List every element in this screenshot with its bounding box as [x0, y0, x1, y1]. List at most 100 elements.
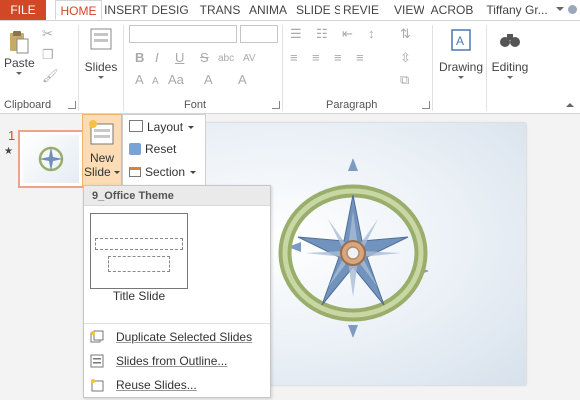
numbering-icon[interactable]: ☷	[316, 27, 328, 41]
char-spacing-icon[interactable]: AV	[243, 52, 256, 66]
tab-acrobat[interactable]: ACROB	[429, 0, 475, 20]
group-divider	[282, 25, 283, 111]
paste-button[interactable]: Paste	[4, 29, 35, 75]
reset-button[interactable]: Reset	[129, 140, 176, 158]
reset-label: Reset	[145, 142, 177, 156]
layout-title-slide[interactable]	[90, 213, 188, 289]
slide-number: 1	[8, 128, 16, 143]
slides-from-outline-label: Slides from Outline...	[116, 354, 228, 368]
drawing-button[interactable]: A Drawing	[438, 27, 484, 79]
strikethrough-button[interactable]: S	[200, 51, 209, 65]
tab-transitions[interactable]: TRANS	[198, 0, 242, 20]
tab-review[interactable]: REVIE	[343, 0, 379, 20]
align-left-icon[interactable]: ≡	[290, 51, 298, 65]
font-color-button[interactable]: A	[238, 73, 247, 87]
collapse-ribbon-icon[interactable]	[566, 103, 574, 107]
tab-file[interactable]: FILE	[0, 0, 46, 20]
slides-from-outline-item[interactable]: Slides from Outline...	[84, 350, 270, 372]
user-account[interactable]: Tiffany Gr...	[484, 0, 550, 20]
decrease-indent-icon[interactable]: ⇤	[342, 27, 353, 41]
tab-home[interactable]: HOME	[55, 0, 102, 20]
layout-button[interactable]: Layout	[129, 118, 195, 136]
chevron-down-icon	[458, 76, 464, 79]
font-group-label: Font	[184, 99, 207, 111]
layout-title-slide-label: Title Slide	[112, 289, 166, 303]
layout-label: Layout	[147, 120, 184, 134]
new-slide-label: New	[89, 151, 114, 165]
paste-icon	[10, 31, 29, 54]
slides-icon	[90, 28, 112, 50]
clipboard-launcher-icon[interactable]	[68, 101, 76, 109]
group-divider	[123, 25, 124, 111]
group-divider	[486, 25, 487, 111]
drawing-label: Drawing	[438, 60, 483, 74]
paste-label: Paste	[4, 56, 35, 70]
shrink-font-button[interactable]: A	[152, 75, 159, 89]
text-direction-icon[interactable]: ⇅	[400, 27, 411, 41]
slides-options-panel: Layout Reset Section	[122, 114, 206, 186]
font-size-combo[interactable]	[240, 25, 278, 43]
shapes-icon: A	[451, 29, 471, 51]
section-label: Section	[145, 165, 186, 179]
bold-button[interactable]: B	[135, 51, 144, 65]
reuse-slides-item[interactable]: Reuse Slides...	[84, 374, 270, 396]
section-button[interactable]: Section	[129, 163, 197, 181]
justify-icon[interactable]: ≡	[356, 51, 364, 65]
avatar[interactable]	[568, 5, 577, 14]
editing-button[interactable]: Editing	[488, 27, 532, 79]
align-text-icon[interactable]: ⇳	[400, 51, 411, 65]
font-name-combo[interactable]	[129, 25, 237, 43]
text-shadow-icon[interactable]: abc	[218, 52, 234, 66]
reuse-slides-icon	[91, 379, 104, 392]
group-divider	[78, 25, 79, 111]
new-slide-menu: 9_Office Theme Title Slide Duplicate Sel…	[83, 185, 271, 398]
clipboard-group-label: Clipboard	[4, 99, 52, 111]
cut-icon[interactable]: ✂	[42, 27, 53, 41]
ribbon: Paste ✂ ❐ 🖌 Clipboard Slides B I U S abc…	[0, 21, 580, 114]
font-launcher-icon[interactable]	[272, 101, 280, 109]
theme-header: 9_Office Theme	[84, 186, 270, 206]
grow-font-button[interactable]: A	[135, 73, 144, 87]
animation-marker-icon: ★	[4, 146, 13, 157]
tab-slide-show[interactable]: SLIDE S	[296, 0, 340, 20]
slides-label: Slides	[84, 60, 118, 74]
copy-icon[interactable]: ❐	[42, 48, 54, 62]
change-case-button[interactable]: Aa	[168, 73, 184, 87]
clear-formatting-button[interactable]: A	[204, 73, 213, 87]
tab-design[interactable]: DESIG	[151, 0, 189, 20]
duplicate-slides-label: Duplicate Selected Slides	[116, 330, 253, 344]
chevron-down-icon	[98, 76, 104, 79]
line-spacing-icon[interactable]: ↕	[368, 27, 375, 41]
tab-insert[interactable]: INSERT	[104, 0, 148, 20]
reuse-slides-label: Reuse Slides...	[116, 378, 197, 392]
menu-divider	[84, 323, 270, 324]
duplicate-slides-item[interactable]: Duplicate Selected Slides	[84, 326, 270, 348]
thumbnail-canvas	[23, 135, 79, 183]
tab-view[interactable]: VIEW	[394, 0, 424, 20]
slide-thumbnail[interactable]	[18, 130, 84, 188]
account-dropdown-icon[interactable]	[556, 7, 564, 11]
new-slide-icon	[89, 120, 114, 145]
align-right-icon[interactable]: ≡	[334, 51, 342, 65]
title-placeholder	[95, 238, 183, 250]
chevron-down-icon	[16, 72, 22, 75]
slides-button[interactable]: Slides	[84, 27, 118, 79]
chevron-down-icon	[190, 171, 197, 175]
italic-button[interactable]: I	[155, 51, 159, 65]
paragraph-launcher-icon[interactable]	[422, 101, 430, 109]
duplicate-icon	[90, 330, 104, 343]
paragraph-group-label: Paragraph	[326, 99, 378, 111]
new-slide-button[interactable]: New Slide	[82, 114, 122, 186]
align-center-icon[interactable]: ≡	[312, 51, 320, 65]
layout-icon	[129, 120, 143, 132]
group-divider	[432, 25, 433, 111]
reset-icon	[129, 143, 141, 155]
binoculars-icon	[500, 34, 520, 47]
bullets-icon[interactable]: ☰	[290, 27, 302, 41]
underline-button[interactable]: U	[175, 51, 184, 65]
smartart-icon[interactable]: ⧉	[400, 73, 409, 87]
slide-word: Slide	[83, 165, 111, 179]
tab-animations[interactable]: ANIMA	[247, 0, 289, 20]
subtitle-placeholder	[108, 256, 170, 272]
format-painter-icon[interactable]: 🖌	[42, 69, 59, 83]
